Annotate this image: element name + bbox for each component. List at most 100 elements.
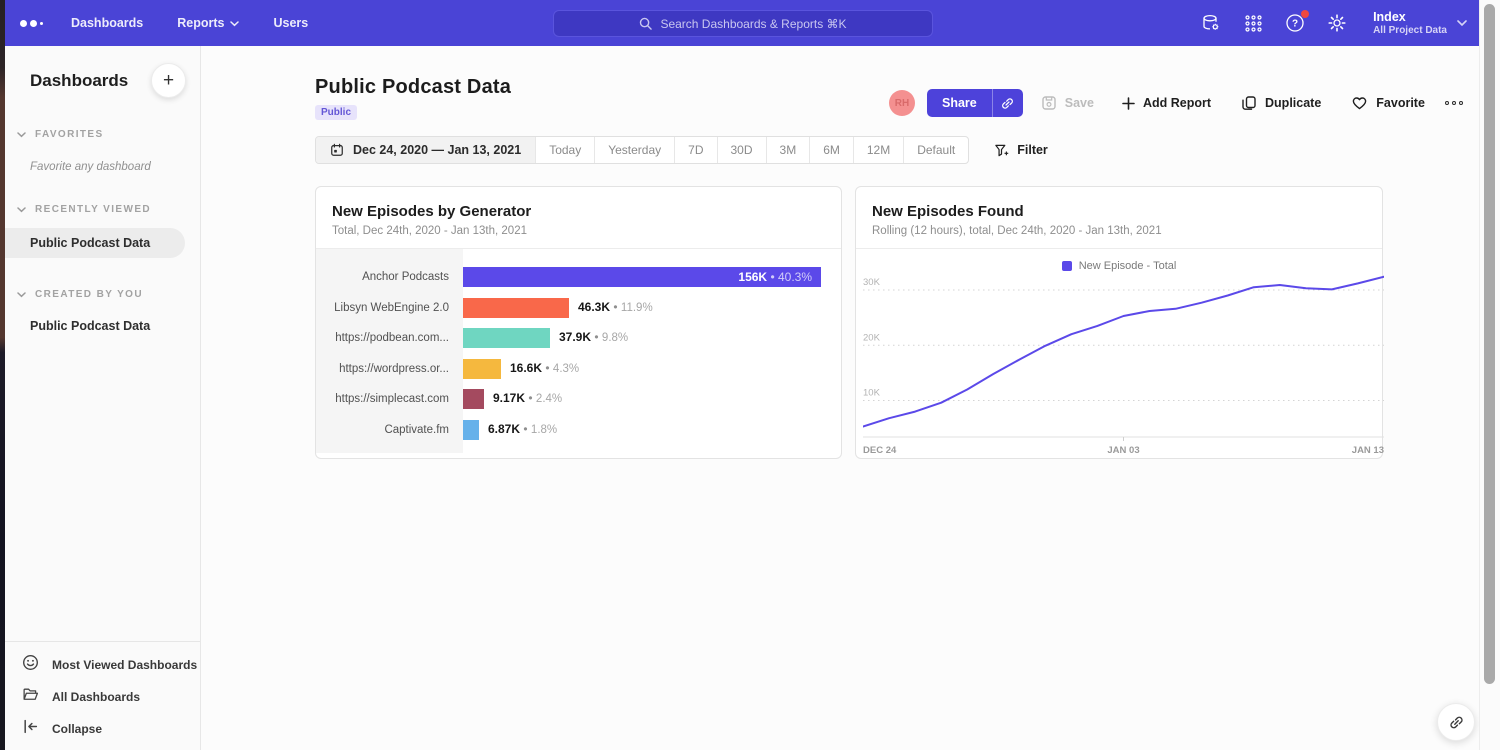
card-subtitle: Rolling (12 hours), total, Dec 24th, 202… — [872, 225, 1366, 248]
nav-item-reports[interactable]: Reports — [177, 16, 239, 30]
line-series-new-episode-total — [863, 277, 1384, 427]
heart-icon — [1351, 95, 1368, 111]
add-dashboard-button[interactable]: + — [151, 63, 186, 98]
preset-12m[interactable]: 12M — [854, 137, 904, 163]
bar-row-anchor-podcasts: Anchor Podcasts156K • 40.3% — [316, 262, 841, 292]
preset-3m[interactable]: 3M — [767, 137, 811, 163]
date-presets: TodayYesterday7D30D3M6M12MDefault — [536, 137, 968, 163]
save-icon — [1041, 95, 1057, 111]
apps-grid-icon[interactable] — [1243, 13, 1263, 33]
smiley-icon — [22, 654, 39, 676]
sidebar-footer: Most Viewed DashboardsAll DashboardsColl… — [5, 641, 200, 750]
sidebar-footer-all-dashboards[interactable]: All Dashboards — [5, 681, 200, 713]
bar-row-https-wordpress-or: https://wordpress.or...16.6K • 4.3% — [316, 354, 841, 384]
favorite-button[interactable]: Favorite — [1351, 95, 1425, 111]
sidebar-item-public-podcast-data[interactable]: Public Podcast Data — [5, 319, 200, 333]
logo-dot — [30, 20, 37, 27]
bar[interactable] — [463, 298, 569, 318]
nav-item-dashboards[interactable]: Dashboards — [71, 16, 143, 30]
duplicate-icon — [1241, 95, 1257, 111]
logo-dot — [20, 20, 27, 27]
bar-category-label: Captivate.fm — [316, 424, 463, 436]
preset-30d[interactable]: 30D — [718, 137, 767, 163]
chevron-down-icon — [230, 21, 239, 27]
sidebar: Dashboards + FAVORITESFavorite any dashb… — [5, 46, 201, 750]
share-button[interactable]: Share — [927, 89, 992, 117]
sidebar-section-created-by-you[interactable]: CREATED BY YOU — [5, 289, 200, 300]
share-button-group: Share — [927, 89, 1023, 117]
preset-default[interactable]: Default — [904, 137, 968, 163]
bar-category-label: Libsyn WebEngine 2.0 — [316, 302, 463, 314]
svg-text:JAN 13: JAN 13 — [1352, 445, 1384, 456]
bar-chart: Anchor Podcasts156K • 40.3% Libsyn WebEng… — [316, 249, 841, 460]
sidebar-title: Dashboards — [30, 71, 128, 91]
help-icon[interactable]: ? — [1285, 13, 1305, 33]
date-range-control: Dec 24, 2020 — Jan 13, 2021 TodayYesterd… — [315, 136, 969, 164]
plus-icon — [1122, 97, 1135, 110]
bar[interactable] — [463, 359, 501, 379]
workspace-scope: All Project Data — [1373, 25, 1447, 37]
workspace-switcher[interactable]: Index All Project Data — [1373, 10, 1467, 37]
date-range-bar: Dec 24, 2020 — Jan 13, 2021 TodayYesterd… — [315, 136, 1048, 164]
duplicate-button[interactable]: Duplicate — [1241, 95, 1321, 111]
scrollbar-thumb[interactable] — [1484, 4, 1495, 684]
preset-today[interactable]: Today — [536, 137, 595, 163]
add-report-button[interactable]: Add Report — [1122, 96, 1211, 110]
card-title: New Episodes Found — [872, 203, 1366, 220]
share-link-fab[interactable] — [1437, 703, 1475, 741]
svg-text:30K: 30K — [863, 277, 881, 288]
search-placeholder: Search Dashboards & Reports ⌘K — [660, 17, 846, 31]
bar-category-label: https://wordpress.or... — [316, 363, 463, 375]
bar[interactable]: 156K • 40.3% — [463, 267, 821, 287]
search-input[interactable]: Search Dashboards & Reports ⌘K — [553, 10, 933, 37]
header-actions: RH Share Save Add Report Duplicate — [889, 89, 1463, 117]
nav-item-users[interactable]: Users — [273, 16, 308, 30]
svg-text:20K: 20K — [863, 332, 881, 343]
share-link-button[interactable] — [992, 89, 1023, 117]
save-button[interactable]: Save — [1041, 95, 1094, 111]
more-actions-button[interactable] — [1445, 101, 1463, 105]
main-content: Public Podcast Data Public RH Share Save… — [202, 46, 1479, 750]
bar[interactable] — [463, 420, 479, 440]
top-nav: Dashboards Reports Users Search Dashboards… — [0, 0, 1479, 46]
data-sources-icon[interactable] — [1201, 13, 1221, 33]
bar[interactable] — [463, 328, 550, 348]
chevron-down-icon — [17, 132, 26, 138]
bar-row-https-simplecast-com: https://simplecast.com9.17K • 2.4% — [316, 384, 841, 414]
avatar[interactable]: RH — [889, 90, 915, 116]
scrollbar — [1479, 0, 1500, 750]
folder-icon — [22, 686, 39, 708]
preset-6m[interactable]: 6M — [810, 137, 854, 163]
svg-text:DEC 24: DEC 24 — [863, 445, 897, 456]
filter-button[interactable]: Filter — [994, 143, 1048, 158]
collapse-icon — [22, 718, 39, 740]
line-chart[interactable]: 10K20K30KDEC 24JAN 03JAN 13 — [863, 264, 1384, 460]
settings-icon[interactable] — [1327, 13, 1347, 33]
card-title: New Episodes by Generator — [332, 203, 825, 220]
filter-icon — [994, 143, 1009, 158]
sidebar-section-favorites[interactable]: FAVORITES — [5, 129, 200, 140]
logo-dot — [40, 22, 43, 25]
sidebar-footer-collapse[interactable]: Collapse — [5, 713, 200, 745]
nav-right: ? Index All Project Data — [1201, 0, 1467, 46]
sidebar-footer-most-viewed-dashboards[interactable]: Most Viewed Dashboards — [5, 649, 200, 681]
workspace-name: Index — [1373, 10, 1447, 25]
background-window-sliver — [0, 0, 5, 750]
card-new-episodes-found: New Episodes Found Rolling (12 hours), t… — [855, 186, 1383, 459]
card-subtitle: Total, Dec 24th, 2020 - Jan 13th, 2021 — [332, 225, 825, 248]
chevron-down-icon — [1457, 20, 1467, 27]
sidebar-section-recently-viewed[interactable]: RECENTLY VIEWED — [5, 204, 200, 215]
app-screen: Dashboards Reports Users Search Dashboards… — [0, 0, 1500, 750]
app-logo[interactable] — [20, 20, 43, 27]
preset-7d[interactable]: 7D — [675, 137, 717, 163]
preset-yesterday[interactable]: Yesterday — [595, 137, 675, 163]
bar-category-label: https://simplecast.com — [316, 393, 463, 405]
date-range-picker[interactable]: Dec 24, 2020 — Jan 13, 2021 — [316, 137, 536, 163]
visibility-badge: Public — [315, 105, 357, 120]
page-title: Public Podcast Data — [315, 76, 511, 99]
bar[interactable] — [463, 389, 484, 409]
svg-text:JAN 03: JAN 03 — [1107, 445, 1139, 456]
sidebar-item-public-podcast-data[interactable]: Public Podcast Data — [5, 228, 185, 258]
bar-category-label: https://podbean.com... — [316, 332, 463, 344]
bar-category-label: Anchor Podcasts — [316, 271, 463, 283]
